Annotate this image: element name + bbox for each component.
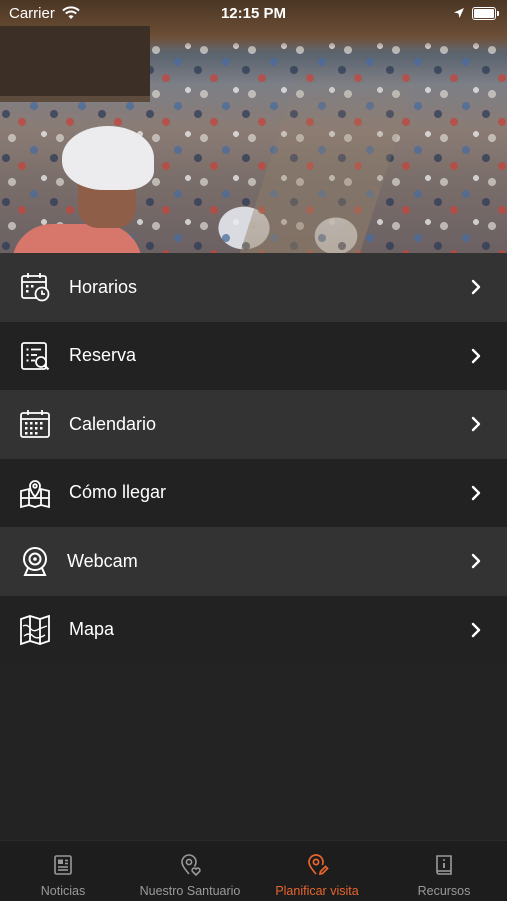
location-arrow-icon [454, 8, 464, 18]
tab-label: Recursos [417, 884, 471, 898]
tab-nuestro-santuario[interactable]: Nuestro Santuario [127, 841, 253, 901]
person-white-cap [62, 126, 154, 190]
menu-item-label: Cómo llegar [69, 482, 167, 503]
menu-item-label: Webcam [67, 550, 138, 571]
menu-item-label: Horarios [69, 276, 138, 297]
reservation-document-search-icon [21, 341, 50, 371]
person-neck [78, 184, 136, 228]
map-location-pin-icon [20, 479, 50, 508]
menu-item-como-llegar[interactable]: Cómo llegar [0, 458, 507, 527]
tab-recursos[interactable]: Recursos [381, 841, 507, 901]
menu-item-reserva[interactable]: Reserva [0, 321, 507, 390]
status-bar: Carrier 12:15 PM [0, 0, 507, 28]
clock: 12:15 PM [220, 5, 287, 22]
newspaper-icon [54, 855, 72, 875]
folded-map-icon [20, 614, 50, 645]
chevron-right-icon [471, 280, 481, 295]
location-heart-icon [181, 854, 201, 877]
hero-crowd-image [0, 0, 507, 253]
menu-item-calendario[interactable]: Calendario [0, 390, 507, 459]
menu-item-webcam[interactable]: Webcam [0, 527, 507, 596]
menu-item-horarios[interactable]: Horarios [0, 253, 507, 322]
tab-label: Nuestro Santuario [139, 884, 241, 898]
sanctuary-arches [0, 26, 150, 102]
chevron-right-icon [471, 485, 481, 500]
tab-planificar-visita[interactable]: Planificar visita [254, 841, 380, 901]
menu-item-label: Reserva [69, 345, 137, 366]
menu-item-label: Mapa [69, 619, 115, 640]
tab-label: Noticias [40, 884, 86, 898]
chevron-right-icon [471, 554, 481, 569]
schedule-calendar-clock-icon [21, 273, 50, 302]
battery-icon [472, 7, 499, 20]
bottom-tab-bar: Noticias Nuestro Santuario Planificar vi… [0, 840, 507, 901]
chevron-right-icon [471, 417, 481, 432]
chevron-right-icon [471, 622, 481, 637]
plan-visit-menu: Horarios Reserva Calendario Cómo llegar … [0, 253, 507, 664]
calendar-icon [20, 410, 50, 439]
tab-noticias[interactable]: Noticias [0, 841, 126, 901]
location-pin-edit-icon [308, 854, 329, 876]
chevron-right-icon [471, 348, 481, 363]
menu-item-label: Calendario [69, 413, 157, 434]
menu-item-mapa[interactable]: Mapa [0, 595, 507, 664]
tab-label: Planificar visita [275, 884, 359, 898]
webcam-icon [23, 547, 47, 577]
info-book-icon [436, 855, 452, 875]
